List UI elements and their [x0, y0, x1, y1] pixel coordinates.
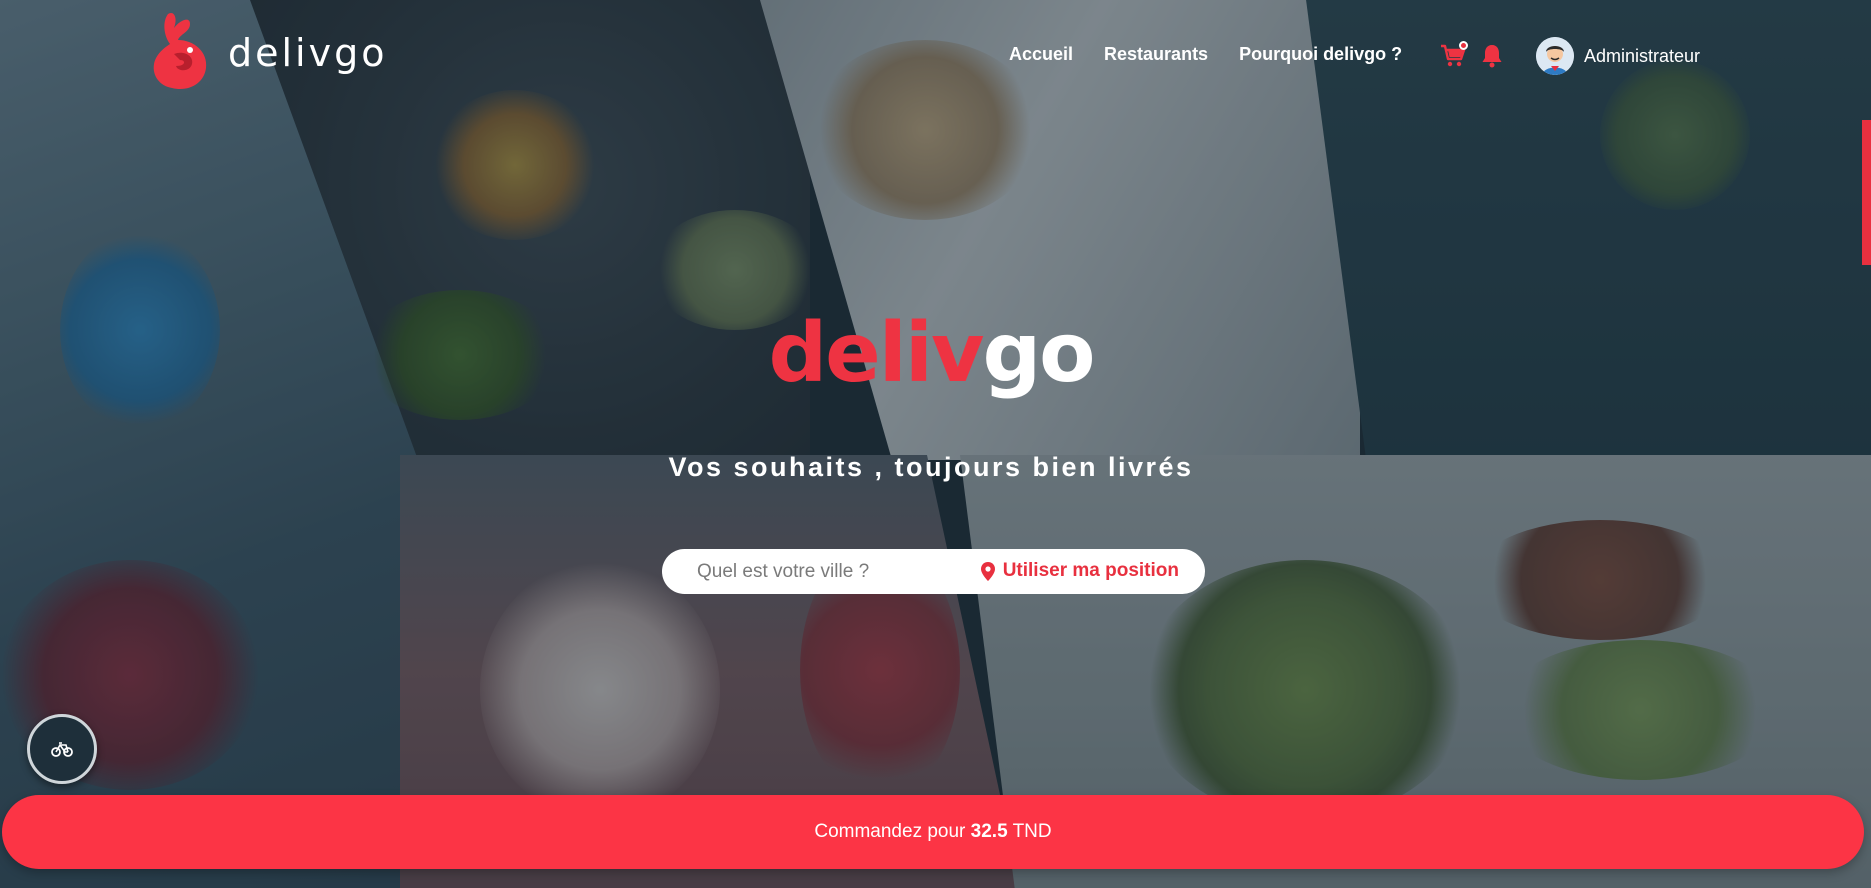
logo-text: delivgo [228, 31, 388, 75]
use-location-label: Utiliser ma position [1002, 560, 1179, 581]
user-name: Administrateur [1584, 45, 1701, 66]
nav-link-accueil[interactable]: Accueil [1009, 44, 1073, 65]
logo[interactable]: delivgo [150, 10, 387, 96]
nav-link-restaurants[interactable]: Restaurants [1104, 44, 1208, 65]
hero-title-red: deliv [768, 306, 984, 401]
order-currency: TND [1007, 821, 1052, 842]
edge-accent [1862, 120, 1871, 265]
delivery-fab[interactable] [27, 714, 97, 784]
order-button[interactable]: Commandez pour 32.5 TND [2, 795, 1864, 869]
notifications-button[interactable] [1481, 44, 1503, 68]
order-text: Commandez pour 32.5 TND [814, 821, 1051, 843]
hero-background [0, 0, 1871, 888]
user-menu[interactable]: Administrateur [1536, 37, 1700, 75]
map-pin-icon [980, 561, 995, 581]
bicycle-icon [51, 742, 73, 757]
hero-title: delivgo [0, 306, 1862, 401]
rabbit-logo-icon [153, 12, 207, 90]
nav-link-pourquoi[interactable]: Pourquoi delivgo ? [1239, 44, 1402, 65]
dark-overlay [0, 0, 1871, 888]
bell-icon [1482, 45, 1502, 68]
order-prefix: Commandez pour [814, 821, 971, 842]
avatar [1536, 37, 1574, 75]
nav-links: Accueil Restaurants Pourquoi delivgo ? [1009, 44, 1402, 65]
use-location-button[interactable]: Utiliser ma position [980, 560, 1179, 582]
order-amount: 32.5 [970, 821, 1008, 842]
city-search-bar: Utiliser ma position [662, 549, 1205, 594]
cart-button[interactable] [1440, 41, 1468, 68]
user-avatar-icon [1536, 37, 1574, 75]
tagline: Vos souhaits , toujours bien livrés [668, 452, 1194, 482]
hero-title-white: go [982, 306, 1095, 401]
city-search-input[interactable] [697, 560, 977, 583]
cart-badge [1459, 41, 1468, 50]
navbar: delivgo Accueil Restaurants Pourquoi del… [0, 0, 1871, 110]
